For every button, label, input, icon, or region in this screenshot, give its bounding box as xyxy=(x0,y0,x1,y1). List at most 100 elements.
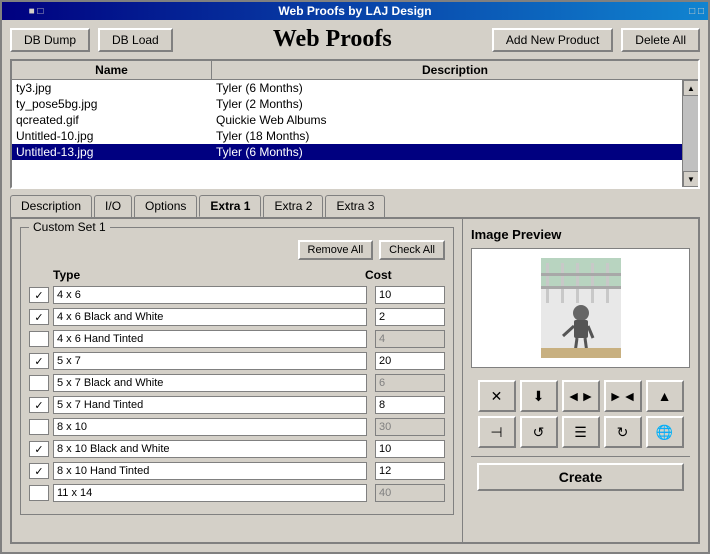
product-type-input[interactable] xyxy=(53,374,367,392)
product-row xyxy=(29,352,445,370)
custom-set-box: Custom Set 1 Remove All Check All Type C… xyxy=(20,227,454,515)
product-cost-input[interactable] xyxy=(375,308,445,326)
product-cost-input[interactable] xyxy=(375,396,445,414)
product-type-input[interactable] xyxy=(53,286,367,304)
product-type-input[interactable] xyxy=(53,462,367,480)
product-row xyxy=(29,330,445,348)
tab-i/o[interactable]: I/O xyxy=(94,195,132,217)
db-load-button[interactable]: DB Load xyxy=(98,28,173,52)
download-icon[interactable]: ⬇ xyxy=(520,380,558,412)
remove-all-button[interactable]: Remove All xyxy=(298,240,374,260)
product-checkbox[interactable] xyxy=(29,397,49,413)
right-panel: Image Preview xyxy=(463,219,698,542)
table-cell-name: Untitled-10.jpg xyxy=(12,128,212,144)
toolbar: DB Dump DB Load Web Proofs Add New Produ… xyxy=(2,20,708,59)
table-cell-name: ty_pose5bg.jpg xyxy=(12,96,212,112)
product-checkbox[interactable] xyxy=(29,309,49,325)
product-row xyxy=(29,374,445,392)
scroll-up-btn[interactable]: ▲ xyxy=(683,80,698,96)
product-cost-input[interactable] xyxy=(375,440,445,458)
table-cell-desc: Tyler (2 Months) xyxy=(212,96,682,112)
product-checkbox[interactable] xyxy=(29,331,49,347)
description-column-header: Description xyxy=(212,61,698,79)
product-type-input[interactable] xyxy=(53,308,367,326)
product-type-input[interactable] xyxy=(53,330,367,348)
table-row[interactable]: ty3.jpgTyler (6 Months) xyxy=(12,80,682,96)
product-cost-input[interactable] xyxy=(375,462,445,480)
scroll-down-btn[interactable]: ▼ xyxy=(683,171,698,187)
db-dump-button[interactable]: DB Dump xyxy=(10,28,90,52)
product-cost-input[interactable] xyxy=(375,418,445,436)
preview-image xyxy=(541,258,621,358)
product-cost-input[interactable] xyxy=(375,352,445,370)
cost-col-header: Cost xyxy=(365,268,445,282)
table-cell-name: ty3.jpg xyxy=(12,80,212,96)
x-icon[interactable]: ✕ xyxy=(478,380,516,412)
product-type-input[interactable] xyxy=(53,418,367,436)
product-cost-input[interactable] xyxy=(375,484,445,502)
delete-all-button[interactable]: Delete All xyxy=(621,28,700,52)
check-all-button[interactable]: Check All xyxy=(379,240,445,260)
product-checkbox[interactable] xyxy=(29,419,49,435)
table-row[interactable]: qcreated.gifQuickie Web Albums xyxy=(12,112,682,128)
file-table: Name Description ty3.jpgTyler (6 Months)… xyxy=(10,59,700,189)
lines-icon[interactable]: ☰ xyxy=(562,416,600,448)
add-new-product-button[interactable]: Add New Product xyxy=(492,28,613,52)
top-buttons: Remove All Check All xyxy=(29,240,445,260)
product-checkbox[interactable] xyxy=(29,485,49,501)
product-checkbox[interactable] xyxy=(29,375,49,391)
product-cost-input[interactable] xyxy=(375,330,445,348)
image-preview-box xyxy=(471,248,690,368)
tab-options[interactable]: Options xyxy=(134,195,197,217)
product-type-input[interactable] xyxy=(53,396,367,414)
left-right-arrow-icon[interactable]: ◄► xyxy=(562,380,600,412)
product-type-input[interactable] xyxy=(53,352,367,370)
icon-toolbar: ✕ ⬇ ◄► ►◄ ▲ ⊣ ↺ ☰ ↻ 🌐 xyxy=(471,380,690,448)
product-checkbox[interactable] xyxy=(29,463,49,479)
product-row xyxy=(29,462,445,480)
up-arrow-icon[interactable]: ▲ xyxy=(646,380,684,412)
product-checkbox[interactable] xyxy=(29,441,49,457)
create-bar: Create xyxy=(471,456,690,497)
product-row xyxy=(29,308,445,326)
tab-description[interactable]: Description xyxy=(10,195,92,217)
rotate-right-icon[interactable]: ↻ xyxy=(604,416,642,448)
product-cost-input[interactable] xyxy=(375,374,445,392)
app-title: Web Proofs xyxy=(181,26,484,53)
tab-extra-3[interactable]: Extra 3 xyxy=(325,195,385,217)
window-title: Web Proofs by LAJ Design xyxy=(66,4,644,18)
table-scrollbar[interactable]: ▲ ▼ xyxy=(682,80,698,187)
product-rows xyxy=(29,286,445,502)
tab-extra-1[interactable]: Extra 1 xyxy=(199,195,261,217)
tabs-bar: DescriptionI/OOptionsExtra 1Extra 2Extra… xyxy=(10,195,700,217)
table-cell-desc: Quickie Web Albums xyxy=(212,112,682,128)
table-row[interactable]: Untitled-13.jpgTyler (6 Months) xyxy=(12,144,682,160)
product-type-input[interactable] xyxy=(53,484,367,502)
product-checkbox[interactable] xyxy=(29,353,49,369)
product-row xyxy=(29,484,445,502)
col-headers: Type Cost xyxy=(29,268,445,282)
image-preview-label: Image Preview xyxy=(471,227,690,242)
left-bracket-icon[interactable]: ⊣ xyxy=(478,416,516,448)
table-row[interactable]: Untitled-10.jpgTyler (18 Months) xyxy=(12,128,682,144)
main-content: Custom Set 1 Remove All Check All Type C… xyxy=(10,217,700,544)
product-type-input[interactable] xyxy=(53,440,367,458)
tab-extra-2[interactable]: Extra 2 xyxy=(263,195,323,217)
left-panel: Custom Set 1 Remove All Check All Type C… xyxy=(12,219,463,542)
table-cell-name: Untitled-13.jpg xyxy=(12,144,212,160)
globe-icon[interactable]: 🌐 xyxy=(646,416,684,448)
right-left-arrow-icon[interactable]: ►◄ xyxy=(604,380,642,412)
product-row xyxy=(29,286,445,304)
rotate-left-icon[interactable]: ↺ xyxy=(520,416,558,448)
table-cell-desc: Tyler (18 Months) xyxy=(212,128,682,144)
create-button[interactable]: Create xyxy=(477,463,684,491)
product-row xyxy=(29,396,445,414)
product-checkbox[interactable] xyxy=(29,287,49,303)
product-cost-input[interactable] xyxy=(375,286,445,304)
table-row[interactable]: ty_pose5bg.jpgTyler (2 Months) xyxy=(12,96,682,112)
product-row xyxy=(29,418,445,436)
table-body: ty3.jpgTyler (6 Months)ty_pose5bg.jpgTyl… xyxy=(12,80,682,187)
custom-set-label: Custom Set 1 xyxy=(29,220,110,234)
main-window: ■ □ Web Proofs by LAJ Design □ □ DB Dump… xyxy=(0,0,710,554)
table-cell-desc: Tyler (6 Months) xyxy=(212,80,682,96)
